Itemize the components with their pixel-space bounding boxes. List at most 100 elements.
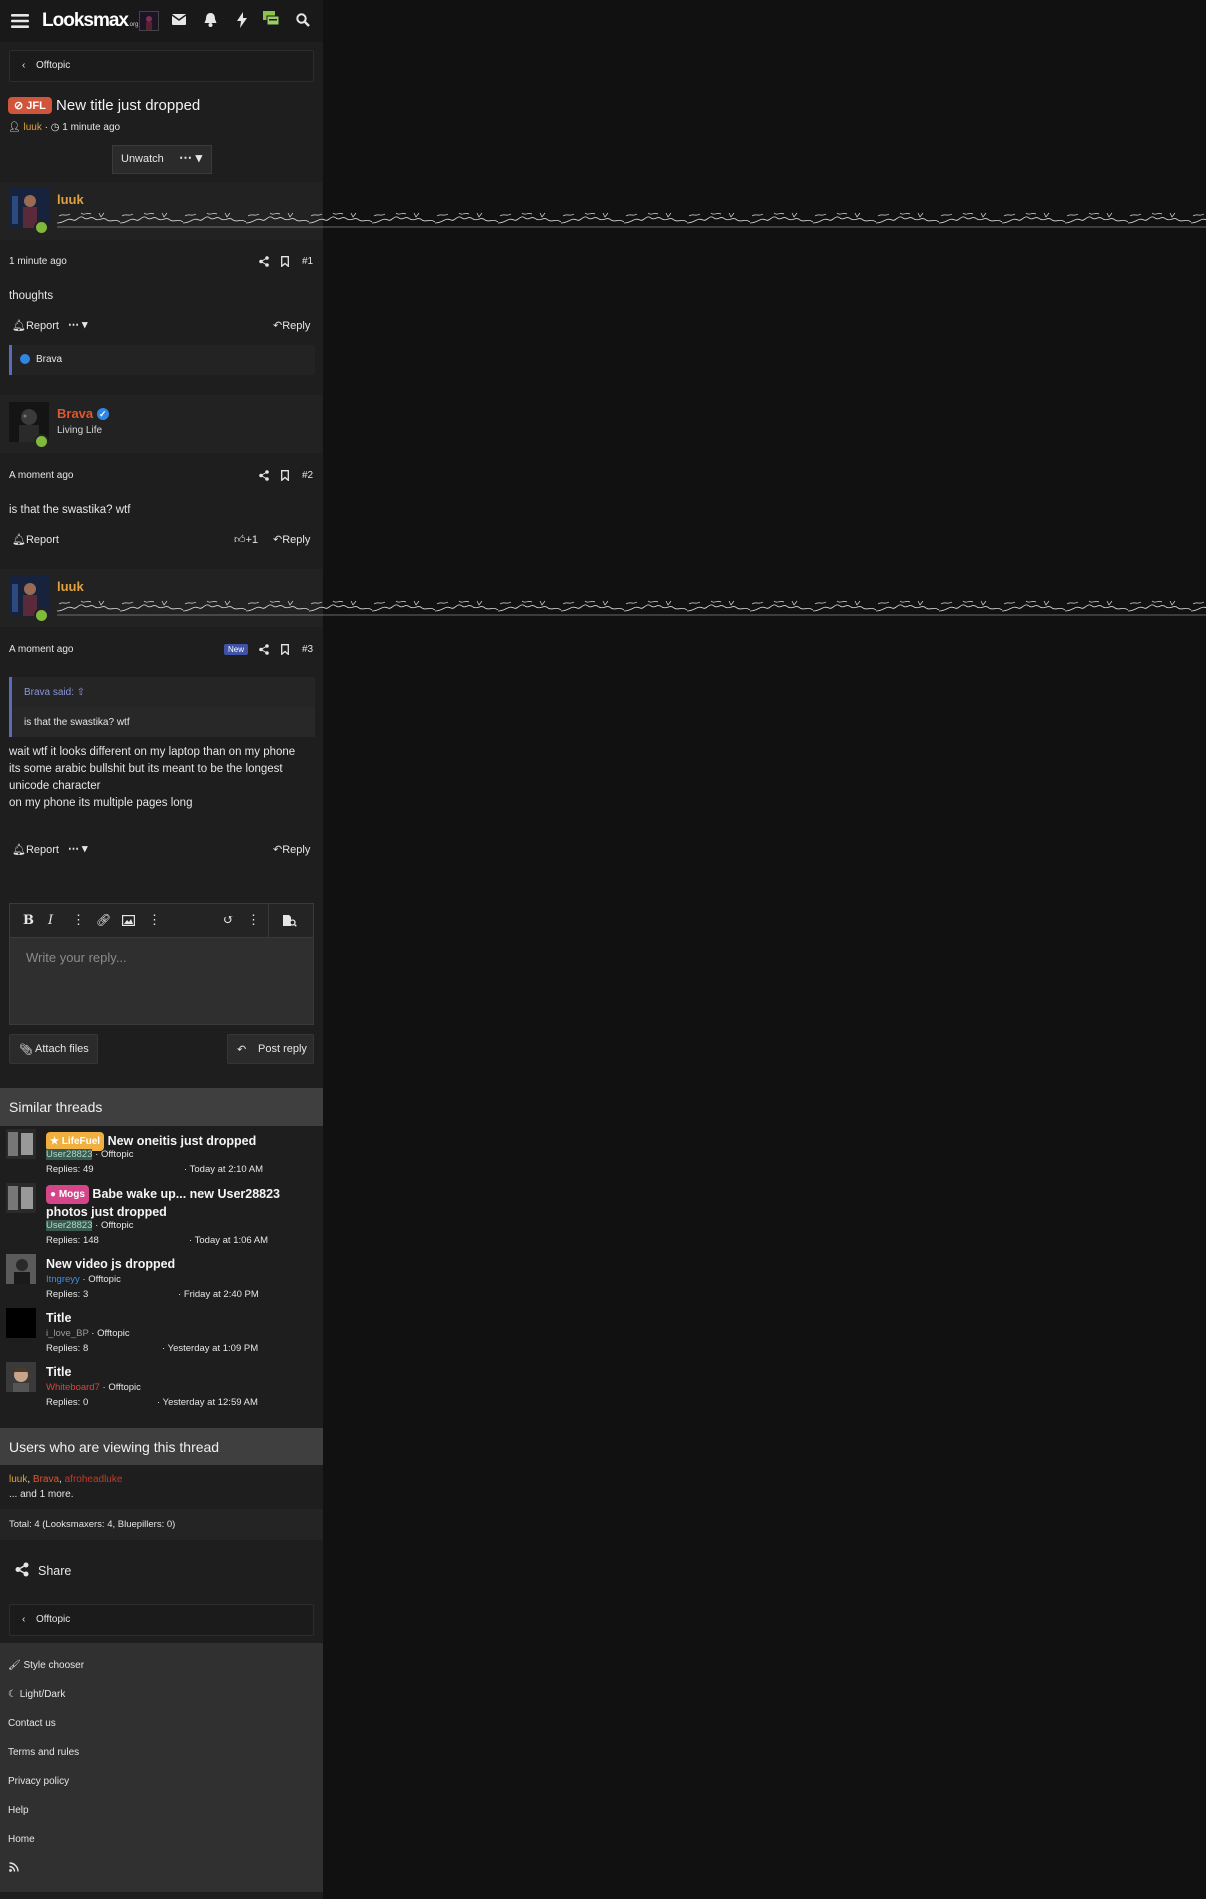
thread-user-link[interactable]: User28823: [46, 1220, 93, 1231]
post-username[interactable]: luuk: [57, 579, 84, 594]
viewer-link[interactable]: afroheadluke: [65, 1474, 123, 1485]
viewer-link[interactable]: Brava: [33, 1474, 59, 1485]
avatar[interactable]: [6, 1129, 36, 1159]
paperclip-icon: 📎︎: [19, 1044, 33, 1056]
post-more-button[interactable]: ⋯ ▾: [68, 318, 88, 331]
help-link[interactable]: Help: [8, 1805, 29, 1816]
home-link[interactable]: Home: [8, 1834, 35, 1845]
avatar[interactable]: [6, 1362, 36, 1392]
thread-date: · Today at 1:06 AM: [189, 1235, 269, 1246]
viewer-link[interactable]: luuk: [9, 1474, 27, 1485]
bookmark-icon[interactable]: [281, 644, 289, 658]
share-icon[interactable]: [259, 644, 269, 658]
report-button[interactable]: 🔔︎Report: [12, 319, 59, 332]
rss-icon[interactable]: [9, 1862, 19, 1875]
bolt-icon[interactable]: [237, 12, 247, 28]
reactions-bar[interactable]: Brava: [9, 345, 315, 375]
post-more-button[interactable]: ⋯ ▾: [68, 842, 88, 855]
search-icon[interactable]: [296, 13, 310, 30]
light-dark-toggle[interactable]: ☾ Light/Dark: [8, 1689, 65, 1700]
post-reply-button[interactable]: ↶ Post reply: [227, 1034, 314, 1064]
avatar[interactable]: [6, 1254, 36, 1284]
bell-icon[interactable]: [204, 13, 217, 27]
bookmark-icon[interactable]: [281, 256, 289, 270]
reply-button[interactable]: ↶Reply: [273, 533, 310, 546]
breadcrumb[interactable]: ‹ Offtopic: [9, 1604, 314, 1636]
reply-button[interactable]: ↶Reply: [273, 843, 310, 856]
post-number[interactable]: #1: [302, 256, 313, 267]
avatar[interactable]: [6, 1308, 36, 1338]
unwatch-button[interactable]: Unwatch: [121, 153, 164, 165]
reply-editor[interactable]: B I ⋮ 🔗︎ ⋮ ↺ ⋮ Write your reply...: [9, 903, 314, 1025]
preview-icon[interactable]: [282, 914, 297, 930]
thread-author-link[interactable]: luuk: [23, 122, 41, 133]
italic-icon[interactable]: I: [48, 913, 53, 928]
style-chooser-link[interactable]: 🖌︎ Style chooser: [8, 1660, 84, 1671]
thread-title-link[interactable]: ● Mogs Babe wake up... new User28823 pho…: [46, 1185, 308, 1221]
user-title-arabic-glyphs: [57, 596, 1206, 618]
thread-forum-link[interactable]: Offtopic: [101, 1149, 134, 1160]
thread-title-link[interactable]: New video js dropped: [46, 1256, 308, 1273]
post-username[interactable]: luuk: [57, 192, 84, 207]
more-options-button[interactable]: ⋯ ▾: [179, 150, 202, 166]
post-number[interactable]: #2: [302, 470, 313, 481]
report-button[interactable]: 🔔︎Report: [12, 533, 59, 546]
avatar[interactable]: [6, 1183, 36, 1213]
thread-title-link[interactable]: Title: [46, 1364, 308, 1381]
share-icon[interactable]: [259, 256, 269, 270]
reaction-user[interactable]: Brava: [36, 354, 62, 365]
chat-icon[interactable]: [262, 10, 280, 31]
user-icon: 👤︎: [8, 122, 21, 133]
report-button[interactable]: 🔔︎Report: [12, 843, 59, 856]
thread-time: 1 minute ago: [62, 122, 121, 133]
thread-sub: User28823 · Offtopic: [46, 1149, 134, 1160]
share-label[interactable]: Share: [38, 1564, 71, 1578]
attach-files-button[interactable]: 📎︎ Attach files: [9, 1034, 98, 1064]
share-icon[interactable]: [15, 1562, 29, 1580]
breadcrumb[interactable]: ‹ Offtopic: [9, 50, 314, 82]
mail-icon[interactable]: [172, 14, 186, 25]
thread-date: · Today at 2:10 AM: [184, 1164, 264, 1175]
quote-author[interactable]: Brava said: ⇧: [24, 687, 85, 698]
thread-forum-link[interactable]: Offtopic: [101, 1220, 134, 1231]
post-date[interactable]: 1 minute ago: [9, 256, 67, 267]
thread-forum-link[interactable]: Offtopic: [97, 1328, 130, 1339]
more-insert-options-icon[interactable]: ⋮: [148, 913, 161, 928]
more-text-options-icon[interactable]: ⋮: [72, 913, 85, 928]
terms-link[interactable]: Terms and rules: [8, 1747, 79, 1758]
viewers-heading: Users who are viewing this thread: [0, 1428, 323, 1465]
thread-date: · Yesterday at 12:59 AM: [157, 1397, 258, 1408]
link-icon[interactable]: 🔗︎: [96, 913, 111, 927]
privacy-link[interactable]: Privacy policy: [8, 1776, 69, 1787]
post-date[interactable]: A moment ago: [9, 644, 73, 655]
image-icon[interactable]: [122, 915, 136, 929]
reply-button[interactable]: ↶Reply: [273, 319, 310, 332]
post-username[interactable]: Brava ✓: [57, 406, 109, 421]
menu-icon[interactable]: [11, 13, 29, 29]
thread-forum-link[interactable]: Offtopic: [88, 1274, 121, 1285]
thread-title: New title just dropped: [56, 97, 201, 114]
thread-forum-link[interactable]: Offtopic: [108, 1382, 141, 1393]
undo-icon[interactable]: ↺: [223, 913, 234, 928]
contact-us-link[interactable]: Contact us: [8, 1718, 56, 1729]
thread-user-link[interactable]: User28823: [46, 1149, 93, 1160]
post-number[interactable]: #3: [302, 644, 313, 655]
bookmark-icon[interactable]: [281, 470, 289, 484]
thread-user-link[interactable]: Whiteboard7: [46, 1382, 100, 1393]
share-icon[interactable]: [259, 470, 269, 484]
reply-input[interactable]: Write your reply...: [26, 950, 127, 965]
user-title-arabic-glyphs: [57, 208, 1206, 230]
site-logo[interactable]: Looksmax.org: [42, 10, 138, 32]
user-title: Living Life: [57, 425, 103, 436]
more-options-icon[interactable]: ⋮: [247, 913, 260, 928]
post-date[interactable]: A moment ago: [9, 470, 73, 481]
thread-title-link[interactable]: Title: [46, 1310, 308, 1327]
avatar[interactable]: [139, 11, 159, 31]
thread-sub: Whiteboard7 · Offtopic: [46, 1382, 141, 1393]
thread-user-link[interactable]: Itngreyy: [46, 1274, 80, 1285]
like-button[interactable]: 👍︎+1: [234, 533, 258, 546]
top-navbar: Looksmax.org: [0, 0, 323, 42]
clock-icon: ◷: [50, 122, 60, 133]
thread-user-link[interactable]: i_love_BP: [46, 1328, 89, 1339]
bold-icon[interactable]: B: [23, 913, 34, 928]
